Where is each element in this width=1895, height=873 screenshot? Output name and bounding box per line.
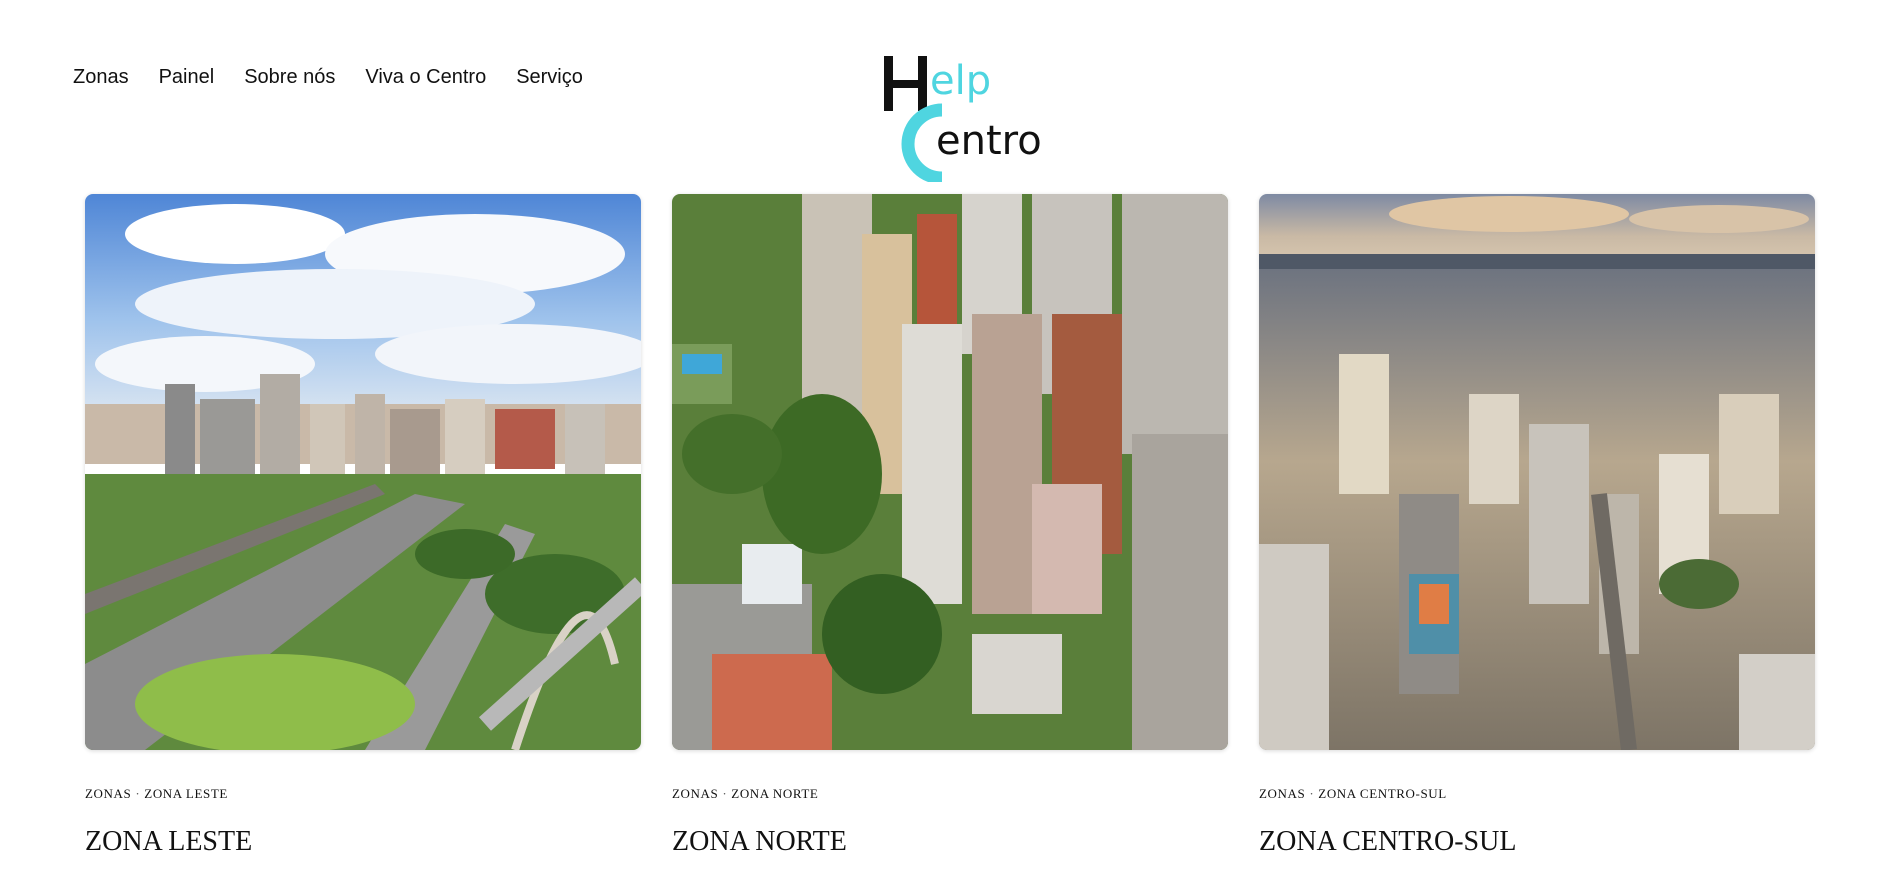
zone-title[interactable]: ZONA CENTRO-SUL <box>1259 826 1815 858</box>
nav-item-painel[interactable]: Painel <box>159 66 215 89</box>
meta-separator: · <box>722 786 728 801</box>
zone-meta: ZONAS · ZONA CENTRO-SUL <box>1259 786 1815 802</box>
zones-grid: ZONAS · ZONA LESTE ZONA LESTE ZONAS · ZO… <box>85 194 1815 858</box>
meta-separator: · <box>135 786 141 801</box>
zone-meta: ZONAS · ZONA LESTE <box>85 786 641 802</box>
meta-separator: · <box>1309 786 1315 801</box>
category-link[interactable]: ZONAS <box>1259 786 1305 801</box>
zone-card-norte[interactable]: ZONAS · ZONA NORTE ZONA NORTE <box>672 194 1228 858</box>
logo-graphic: elp entro <box>884 56 1040 182</box>
svg-text:entro: entro <box>936 118 1040 164</box>
zona-centro-sul-image[interactable] <box>1259 194 1815 750</box>
category-link[interactable]: ZONAS <box>672 786 718 801</box>
zone-meta: ZONAS · ZONA NORTE <box>672 786 1228 802</box>
category-link[interactable]: ZONAS <box>85 786 131 801</box>
zone-card-leste[interactable]: ZONAS · ZONA LESTE ZONA LESTE <box>85 194 641 858</box>
nav-item-zonas[interactable]: Zonas <box>73 66 129 89</box>
subcategory-link[interactable]: ZONA NORTE <box>731 786 818 801</box>
nav-item-servico[interactable]: Serviço <box>516 66 583 89</box>
subcategory-link[interactable]: ZONA LESTE <box>144 786 228 801</box>
nav-item-sobre-nos[interactable]: Sobre nós <box>244 66 335 89</box>
zone-card-centro-sul[interactable]: ZONAS · ZONA CENTRO-SUL ZONA CENTRO-SUL <box>1259 194 1815 858</box>
svg-text:elp: elp <box>930 58 991 104</box>
nav-item-viva-o-centro[interactable]: Viva o Centro <box>365 66 486 89</box>
zona-norte-image[interactable] <box>672 194 1228 750</box>
zone-title[interactable]: ZONA NORTE <box>672 826 1228 858</box>
zona-leste-image[interactable] <box>85 194 641 750</box>
subcategory-link[interactable]: ZONA CENTRO-SUL <box>1318 786 1447 801</box>
main-nav: Zonas Painel Sobre nós Viva o Centro Ser… <box>73 66 583 89</box>
zone-title[interactable]: ZONA LESTE <box>85 826 641 858</box>
help-centro-logo[interactable]: elp entro <box>880 52 1040 182</box>
